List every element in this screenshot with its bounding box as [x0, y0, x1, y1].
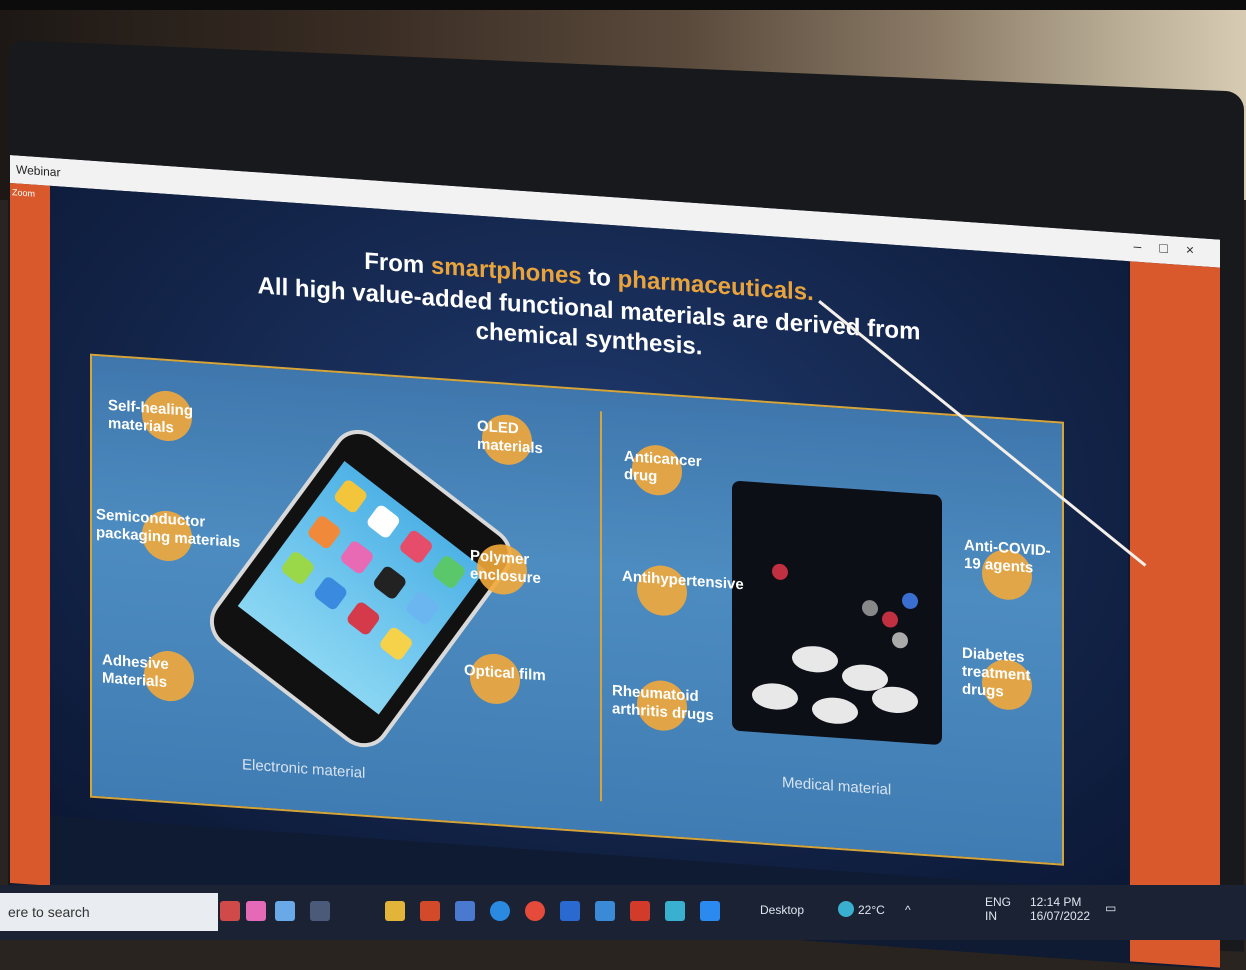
- app-icon: [279, 549, 316, 587]
- app-icon[interactable]: [665, 901, 685, 921]
- word-icon[interactable]: [560, 901, 580, 921]
- pill: [872, 685, 918, 715]
- taskbar-search[interactable]: ere to search: [0, 893, 218, 931]
- caption-electronic-material: Electronic material: [242, 756, 366, 782]
- app-icon: [332, 477, 369, 515]
- headline-highlight-smartphones: smartphones: [430, 252, 582, 290]
- label-adhesive: Adhesive Materials: [102, 651, 169, 691]
- phone-screen: [237, 461, 486, 715]
- store-icon[interactable]: [455, 901, 475, 921]
- pdf-icon[interactable]: [630, 901, 650, 921]
- language-indicator[interactable]: ENG IN: [985, 895, 1011, 923]
- photo-top-edge: [0, 0, 1246, 10]
- app-icon[interactable]: [595, 901, 615, 921]
- label-semiconductor: Semiconductor packaging materials: [96, 506, 241, 552]
- app-icon: [378, 625, 415, 663]
- zoom-sidebar-left: [10, 183, 50, 886]
- app-icon: [404, 589, 441, 627]
- headline-text: to: [581, 262, 618, 293]
- app-icon: [365, 503, 402, 540]
- minimize-button[interactable]: –: [1134, 238, 1160, 256]
- edge-icon[interactable]: [490, 901, 510, 921]
- powerpoint-icon[interactable]: [420, 901, 440, 921]
- tray-chevron-icon[interactable]: ^: [905, 903, 911, 917]
- zoom-tag: Zoom: [12, 187, 36, 199]
- task-view-icon[interactable]: [310, 901, 330, 921]
- weather-temp[interactable]: 22°C: [858, 903, 885, 917]
- label-anti-covid: Anti-COVID-19 agents: [964, 536, 1051, 577]
- pill: [792, 644, 838, 674]
- headline-period: .: [807, 278, 814, 307]
- atom: [772, 563, 788, 581]
- label-anticancer: Anticancer drug: [624, 447, 702, 486]
- label-diabetes: Diabetes treatment drugs: [962, 644, 1031, 701]
- app-icon[interactable]: [246, 901, 266, 921]
- language-code: ENG: [985, 895, 1012, 909]
- app-icon: [338, 539, 376, 576]
- app-icon: [306, 513, 343, 551]
- app-icon: [371, 564, 408, 601]
- app-icon[interactable]: [220, 901, 240, 921]
- file-explorer-icon[interactable]: [385, 901, 405, 921]
- notification-icon[interactable]: ▭: [1105, 901, 1116, 915]
- window-title: Webinar: [16, 162, 61, 180]
- zoom-icon[interactable]: [700, 901, 720, 921]
- clock[interactable]: 12:14 PM 16/07/2022: [1030, 895, 1090, 923]
- atom: [902, 592, 918, 610]
- atom: [862, 599, 878, 617]
- app-icon: [312, 574, 349, 612]
- clock-date: 16/07/2022: [1030, 909, 1091, 923]
- app-icon: [398, 528, 435, 566]
- headline-text: From: [364, 247, 431, 280]
- clock-time: 12:14 PM: [1030, 895, 1082, 909]
- app-icon: [345, 600, 382, 637]
- monitor-screen: Webinar –□× Zoom From smartphones to pha…: [10, 155, 1220, 970]
- zoom-sidebar-right: [1130, 261, 1220, 968]
- presentation-slide: From smartphones to pharmaceuticals. All…: [50, 185, 1128, 892]
- atom: [882, 610, 898, 629]
- smartphone-image: [198, 418, 524, 759]
- label-polymer: Polymer enclosure: [470, 547, 541, 588]
- molecule-image: [732, 480, 942, 746]
- label-rheumatoid: Rheumatoid arthritis drugs: [612, 682, 714, 725]
- desktop-toolbar[interactable]: Desktop: [760, 903, 804, 917]
- panel-divider: [600, 411, 602, 802]
- maximize-button[interactable]: □: [1159, 239, 1185, 257]
- pill: [752, 681, 798, 712]
- chrome-icon[interactable]: [525, 901, 545, 921]
- window-controls[interactable]: –□×: [1134, 238, 1212, 259]
- windows-taskbar: ere to search Desktop 22°C ^ ENG IN 12:1…: [0, 885, 1246, 940]
- weather-icon[interactable]: [838, 901, 854, 917]
- label-oled: OLED materials: [477, 417, 543, 458]
- materials-panel: Self-healing materials Semiconductor pac…: [90, 353, 1064, 866]
- pen-icon[interactable]: [275, 901, 295, 921]
- pill: [812, 696, 858, 726]
- atom: [892, 631, 908, 649]
- region-code: IN: [985, 909, 997, 923]
- label-self-healing: Self-healing materials: [108, 396, 194, 437]
- close-button[interactable]: ×: [1186, 241, 1212, 259]
- app-icon: [430, 553, 468, 591]
- caption-medical-material: Medical material: [782, 773, 892, 799]
